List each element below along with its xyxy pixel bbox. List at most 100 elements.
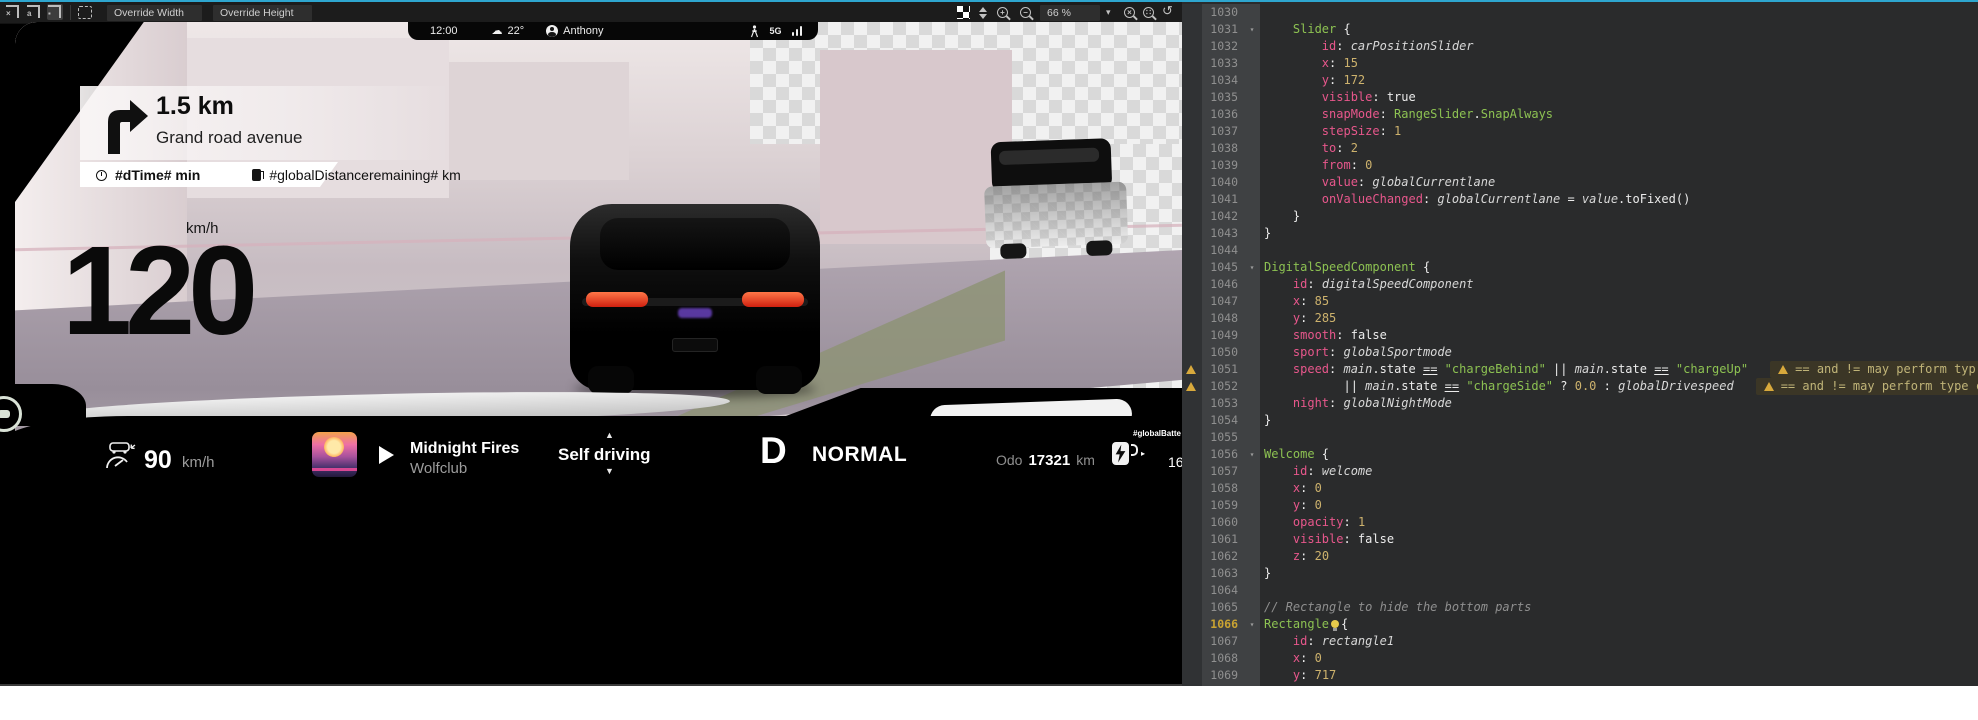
code-text[interactable] (1260, 242, 1264, 259)
override-width-field[interactable]: Override Width (107, 5, 202, 21)
code-editor-pane[interactable]: 10301031▾ Slider {1032 id: carPositionSl… (1182, 2, 1978, 686)
show-bounds-icon[interactable] (78, 6, 94, 22)
code-line: 1056▾Welcome { (1182, 446, 1978, 463)
code-text[interactable] (1260, 4, 1264, 21)
fold-column (1244, 276, 1260, 293)
zoom-selection-icon[interactable]: ∷ (1143, 7, 1159, 23)
lightbulb-icon[interactable] (1331, 620, 1339, 628)
battery-value: 16 (1168, 454, 1182, 470)
code-text[interactable]: } (1260, 565, 1271, 582)
code-text[interactable]: sport: globalSportmode (1260, 344, 1452, 361)
override-height-field[interactable]: Override Height (213, 5, 312, 21)
line-number: 1041 (1202, 191, 1244, 208)
odometer: Odo 17321 km (996, 452, 1095, 469)
code-text[interactable]: || main.state == "chargeSide" ? 0.0 : gl… (1260, 378, 1734, 395)
code-text[interactable] (1260, 582, 1264, 599)
code-text[interactable]: y: 0 (1260, 497, 1322, 514)
code-text[interactable]: stepSize: 1 (1260, 123, 1401, 140)
code-text[interactable]: id: rectangle1 (1260, 633, 1394, 650)
fold-marker-icon[interactable]: ▾ (1244, 259, 1260, 276)
code-text[interactable]: smooth: false (1260, 327, 1387, 344)
play-icon[interactable] (379, 446, 394, 464)
code-line: 1069 y: 717 (1182, 667, 1978, 684)
code-text[interactable]: z: 20 (1260, 548, 1329, 565)
autopilot-down-icon[interactable]: ▼ (605, 466, 614, 476)
line-number: 1058 (1202, 480, 1244, 497)
cruise-speed-value: 90 (144, 446, 172, 475)
line-number: 1033 (1202, 55, 1244, 72)
code-text[interactable]: onValueChanged: globalCurrentlane = valu… (1260, 191, 1690, 208)
code-text[interactable]: Slider { (1260, 21, 1351, 38)
snapping-on-icon[interactable]: ▪ (47, 4, 63, 20)
code-text[interactable]: y: 717 (1260, 667, 1336, 684)
gear-indicator: D (760, 430, 787, 472)
code-line: 1032 id: carPositionSlider (1182, 38, 1978, 55)
battery-placeholder: #globalBatte (1133, 429, 1182, 438)
fold-marker-icon[interactable]: ▾ (1244, 616, 1260, 633)
code-text[interactable]: opacity: 1 (1260, 514, 1365, 531)
code-text[interactable]: x: 15 (1260, 55, 1358, 72)
transparency-toggle-icon[interactable] (957, 6, 973, 22)
code-text[interactable]: Rectangle{ (1260, 616, 1348, 633)
line-number: 1062 (1202, 548, 1244, 565)
user-name: Anthony (563, 25, 603, 37)
code-text[interactable]: to: 2 (1260, 140, 1358, 157)
code-text[interactable]: } (1260, 225, 1271, 242)
zoom-out-icon[interactable]: − (1020, 7, 1036, 23)
gutter-margin (1182, 531, 1202, 548)
zoom-in-icon[interactable]: + (997, 7, 1013, 23)
autopilot-up-icon[interactable]: ▲ (605, 430, 614, 440)
code-text[interactable]: Welcome { (1260, 446, 1329, 463)
code-text[interactable]: visible: false (1260, 531, 1394, 548)
code-text[interactable]: y: 285 (1260, 310, 1336, 327)
warning-icon[interactable] (1182, 361, 1202, 378)
code-text[interactable]: night: globalNightMode (1260, 395, 1452, 412)
code-text[interactable]: id: welcome (1260, 463, 1372, 480)
warning-icon[interactable] (1182, 378, 1202, 395)
fold-column (1244, 582, 1260, 599)
fold-column (1244, 89, 1260, 106)
fold-marker-icon[interactable]: ▾ (1244, 21, 1260, 38)
line-number: 1040 (1202, 174, 1244, 191)
code-line: 1041 onValueChanged: globalCurrentlane =… (1182, 191, 1978, 208)
code-text[interactable]: visible: true (1260, 89, 1416, 106)
autopilot-label[interactable]: Self driving (558, 445, 651, 465)
snapping-off-icon[interactable]: × (6, 5, 22, 21)
code-text[interactable]: snapMode: RangeSlider.SnapAlways (1260, 106, 1553, 123)
zoom-dropdown-caret-icon[interactable]: ▾ (1106, 7, 1122, 23)
code-text[interactable]: } (1260, 208, 1300, 225)
code-text[interactable]: x: 0 (1260, 650, 1322, 667)
reset-view-icon[interactable]: ↺ (1162, 4, 1178, 20)
gutter-margin (1182, 38, 1202, 55)
zoom-spinner-icon[interactable] (977, 7, 989, 23)
code-text[interactable]: y: 172 (1260, 72, 1365, 89)
code-text[interactable]: id: carPositionSlider (1260, 38, 1474, 55)
fold-marker-icon[interactable]: ▾ (1244, 446, 1260, 463)
fold-column (1244, 633, 1260, 650)
snapping-anchors-icon[interactable]: a (27, 5, 43, 21)
fold-column (1244, 412, 1260, 429)
canvas-toolbar: × a ▪ Override Width Override Height + −… (0, 2, 1182, 24)
zoom-level-input[interactable]: 66 % (1040, 5, 1100, 21)
code-text[interactable]: DigitalSpeedComponent { (1260, 259, 1430, 276)
gutter-margin (1182, 21, 1202, 38)
code-text[interactable]: width: (1260, 684, 1343, 686)
code-line: 1036 snapMode: RangeSlider.SnapAlways (1182, 106, 1978, 123)
code-text[interactable]: speed: main.state == "chargeBehind" || m… (1260, 361, 1748, 378)
code-text[interactable]: x: 85 (1260, 293, 1329, 310)
line-number: 1046 (1202, 276, 1244, 293)
code-text[interactable]: value: globalCurrentlane (1260, 174, 1495, 191)
code-line: 1062 z: 20 (1182, 548, 1978, 565)
code-text[interactable]: from: 0 (1260, 157, 1372, 174)
code-text[interactable]: id: digitalSpeedComponent (1260, 276, 1474, 293)
code-line: 1043} (1182, 225, 1978, 242)
gutter-margin (1182, 650, 1202, 667)
code-text[interactable] (1260, 429, 1264, 446)
code-text[interactable]: // Rectangle to hide the bottom parts (1260, 599, 1531, 616)
zoom-all-icon[interactable]: × (1124, 7, 1140, 23)
code-text[interactable]: x: 0 (1260, 480, 1322, 497)
fold-column (1244, 123, 1260, 140)
odometer-label: Odo (996, 452, 1022, 468)
album-art[interactable] (312, 432, 357, 477)
code-text[interactable]: } (1260, 412, 1271, 429)
